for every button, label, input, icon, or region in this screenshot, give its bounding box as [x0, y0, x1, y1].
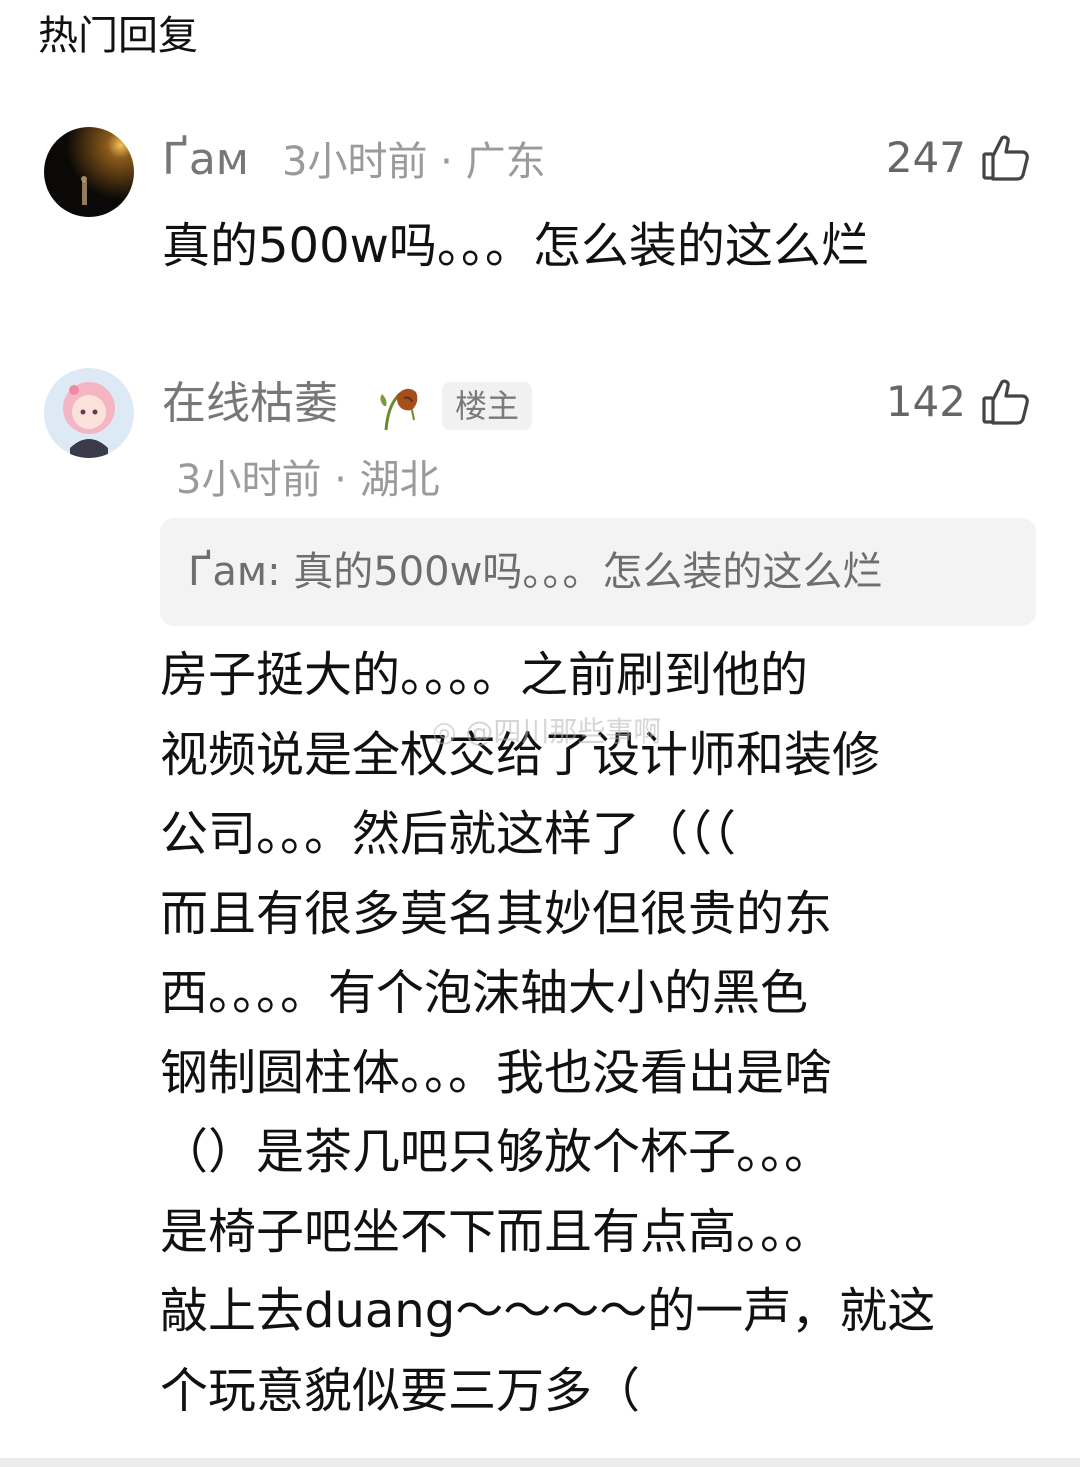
reply-line: （）是茶几吧只够放个杯子。。。 — [160, 1124, 833, 1180]
weibo-logo-icon: ◎ — [432, 715, 457, 748]
author-badge: 楼主 — [442, 382, 532, 430]
like-count: 142 — [885, 377, 966, 426]
divider — [0, 1458, 1080, 1467]
thumbs-up-icon[interactable] — [980, 376, 1032, 428]
wilted-flower-icon — [374, 376, 426, 432]
quoted-reply[interactable]: Ґам: 真的500w吗。。。怎么装的这么烂 — [160, 518, 1036, 626]
comment-meta: 3小时前 · 广东 — [282, 139, 546, 185]
section-title: 热门回复 — [38, 13, 198, 59]
reply-line: 而且有很多莫名其妙但很贵的东 — [160, 885, 833, 942]
reply-line: 钢制圆柱体。。。我也没看出是啥 — [160, 1044, 833, 1101]
reply-line: 是椅子吧坐不下而且有点高。。。 — [160, 1203, 833, 1260]
reply-line: 公司。。。然后就这样了（（（ — [160, 806, 737, 862]
reply-body: 房子挺大的。。。。之前刷到他的 视频说是全权交给了设计师和装修 公司。。。然后就… — [160, 636, 1040, 1431]
reply-line: 个玩意貌似要三万多（ — [160, 1362, 641, 1419]
reply-line: 房子挺大的。。。。之前刷到他的 — [160, 647, 809, 703]
quoted-text: Ґам: 真的500w吗。。。怎么装的这么烂 — [188, 549, 883, 595]
like-count: 247 — [885, 133, 966, 182]
avatar[interactable] — [44, 368, 134, 458]
comment-meta: 3小时前 · 湖北 — [176, 457, 440, 503]
reply-line: 西。。。。有个泡沫轴大小的黑色 — [160, 965, 809, 1021]
avatar[interactable] — [44, 127, 134, 217]
username[interactable]: 在线枯萎 — [162, 374, 338, 434]
watermark: ◎ @四川那些事啊 — [432, 712, 661, 752]
reply-line: 敲上去duang～～～～的一声，就这 — [160, 1283, 936, 1339]
comment-text: 真的500w吗。。。怎么装的这么烂 — [162, 218, 869, 274]
hot-replies-page: 热门回复 Ґам 3小时前 · 广东 247 真的500w吗。。。怎么装的这么烂… — [0, 0, 1080, 1467]
watermark-text: @四川那些事啊 — [465, 715, 662, 748]
thumbs-up-icon[interactable] — [980, 132, 1032, 184]
username[interactable]: Ґам — [162, 130, 249, 190]
